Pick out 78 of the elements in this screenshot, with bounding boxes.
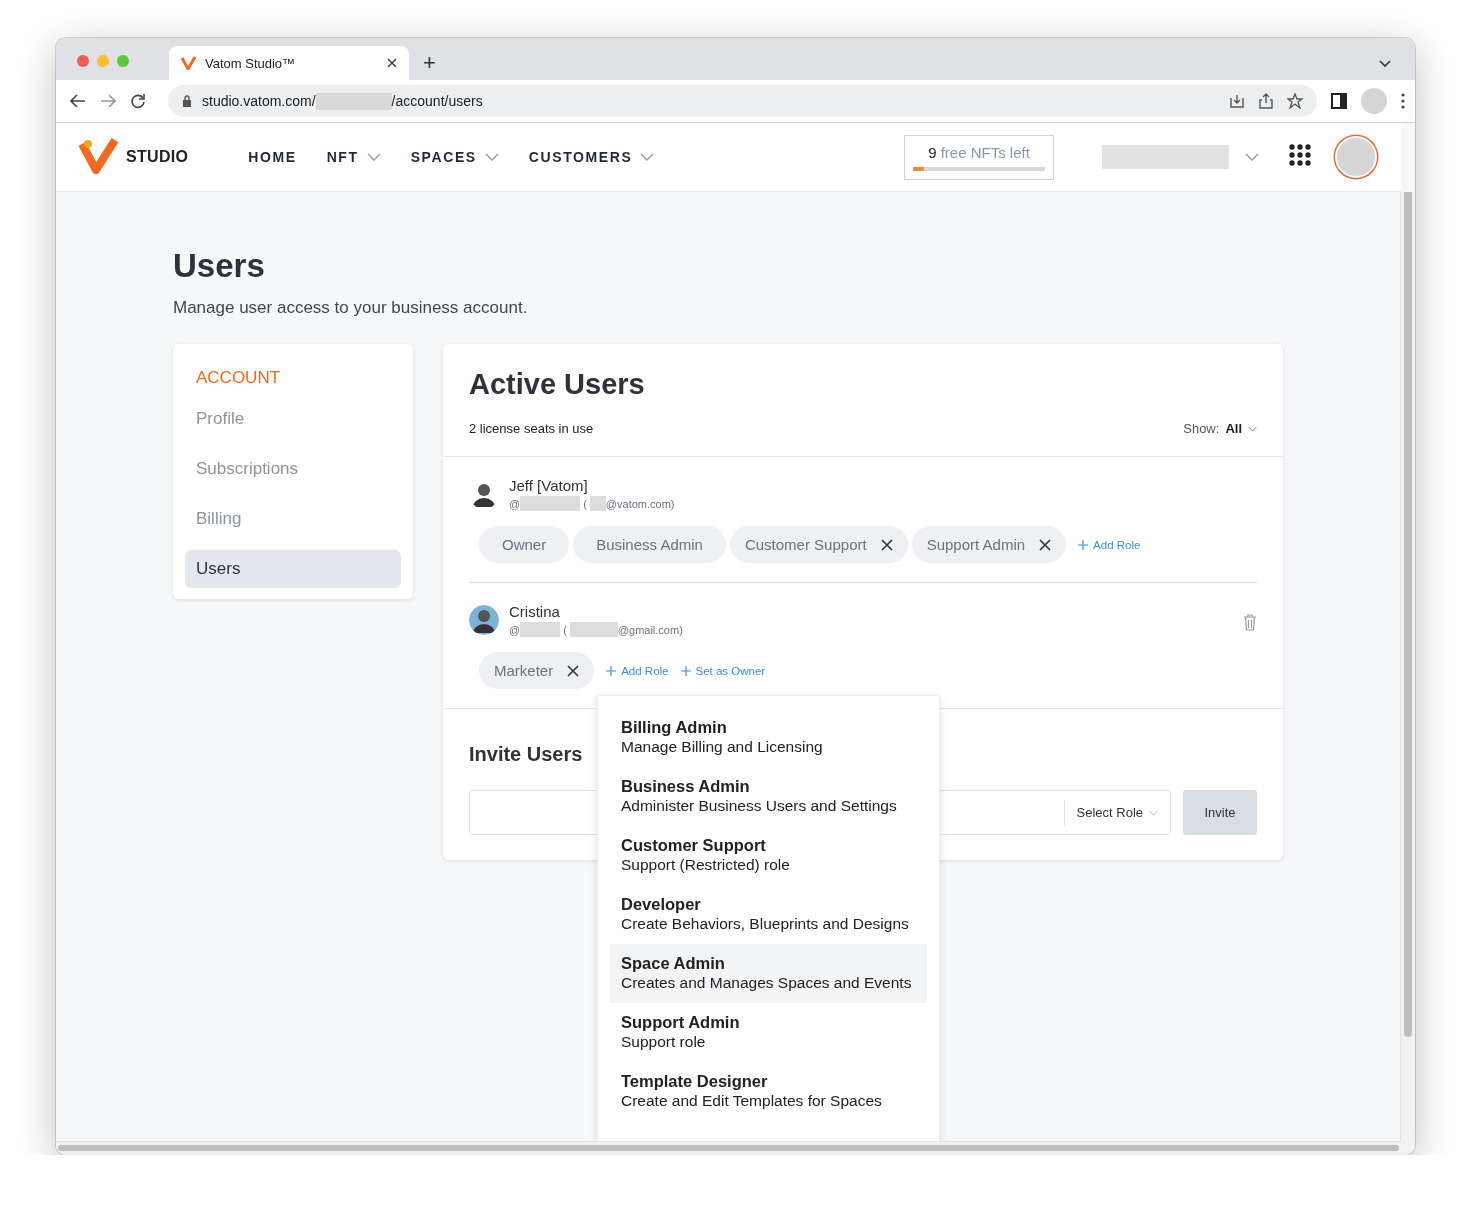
nft-quota-text: 9 free NFTs left <box>928 143 1030 161</box>
redacted-block <box>520 496 581 511</box>
address-bar[interactable]: studio.vatom.com/ /account/users <box>168 85 1317 117</box>
logo-icon <box>181 56 197 70</box>
add-link[interactable]: Add Role <box>606 664 669 677</box>
role-option[interactable]: Business Admin Administer Business Users and Settings <box>610 767 927 826</box>
handle-text: @ <box>509 623 521 636</box>
remove-icon[interactable] <box>567 664 580 677</box>
trash-icon[interactable] <box>1243 613 1257 631</box>
add-link[interactable]: Set as Owner <box>680 664 766 677</box>
menu-icon[interactable] <box>1401 93 1405 109</box>
url-text: /account/users <box>391 93 483 109</box>
user-name: Jeff [Vatom] <box>509 477 589 494</box>
role-option[interactable]: Space Admin Creates and Manages Spaces and Events <box>610 944 927 1003</box>
logo-text: STUDIO <box>126 148 189 166</box>
email-text: ( <box>583 497 587 510</box>
apps-grid-icon[interactable] <box>1289 144 1311 166</box>
add-link[interactable]: Add Role <box>1078 538 1141 551</box>
page-subtitle: Manage user access to your business account. <box>173 298 529 318</box>
download-icon[interactable] <box>1229 93 1245 109</box>
section-title: Active Users <box>469 368 645 401</box>
back-icon[interactable] <box>70 94 86 108</box>
url-text: studio.vatom.com/ <box>202 93 316 109</box>
nav-link[interactable]: NFT <box>326 149 381 165</box>
invite-button[interactable]: Invite <box>1183 790 1257 835</box>
plus-icon <box>680 665 691 676</box>
role-chip: Marketer <box>479 652 595 689</box>
role-option[interactable]: Template Designer Create and Edit Templates for Spaces <box>610 1062 927 1121</box>
nav-link[interactable]: HOME <box>248 149 297 165</box>
close-icon[interactable] <box>387 58 397 68</box>
star-icon[interactable] <box>1287 93 1303 109</box>
seats-text: 2 license seats in use <box>469 421 594 436</box>
redacted-block <box>520 622 561 637</box>
role-option[interactable]: Customer Support Support (Restricted) role <box>610 826 927 885</box>
plus-icon <box>1078 539 1089 550</box>
handle-text: @ <box>509 497 521 510</box>
section-heading: ACCOUNT <box>195 368 282 388</box>
show-filter[interactable]: Show: All <box>1183 421 1257 436</box>
remove-icon[interactable] <box>1039 538 1052 551</box>
share-icon[interactable] <box>1259 93 1273 109</box>
role-chip: Customer Support <box>729 526 908 563</box>
avatar-silhouette-icon <box>469 605 499 635</box>
role-select[interactable]: Select Role <box>1063 799 1170 826</box>
horizontal-scrollbar[interactable] <box>56 1141 1401 1155</box>
chevron-down-icon <box>1248 425 1257 432</box>
email-text: @vatom.com) <box>605 497 675 510</box>
browser-tab[interactable]: Vatom Studio™ <box>169 46 409 80</box>
tab-title: Vatom Studio™ <box>205 55 297 71</box>
chevron-down-icon <box>1149 809 1158 816</box>
email-text: ( <box>563 623 567 636</box>
plus-icon <box>606 665 617 676</box>
sidebar-item[interactable]: Users <box>185 550 401 588</box>
forward-icon[interactable] <box>100 94 116 108</box>
role-chip: Support Admin <box>911 526 1067 563</box>
redacted-block <box>589 496 606 511</box>
sidebar-icon[interactable] <box>1331 93 1347 109</box>
nav-link[interactable]: SPACES <box>410 149 499 165</box>
remove-icon[interactable] <box>880 538 893 551</box>
section-title: Invite Users <box>469 743 583 766</box>
lock-icon <box>182 95 192 107</box>
redacted-block <box>569 622 618 637</box>
chevron-down-icon[interactable] <box>1379 60 1391 68</box>
user-avatar[interactable] <box>1335 136 1377 178</box>
role-chip: Business Admin <box>573 526 726 563</box>
reload-icon[interactable] <box>130 93 146 109</box>
close-window-button[interactable] <box>77 55 89 67</box>
role-option[interactable]: Billing Admin Manage Billing and Licensing <box>610 708 927 767</box>
chevron-down-icon <box>1245 153 1259 161</box>
email-text: @gmail.com) <box>617 623 683 636</box>
new-tab-button[interactable]: + <box>423 52 436 74</box>
vertical-scrollbar[interactable] <box>1400 192 1415 1155</box>
role-option[interactable]: Support Admin Support role <box>610 1003 927 1062</box>
user-name: Cristina <box>509 603 561 620</box>
role-option[interactable]: Developer Create Behaviors, Blueprints and Designs <box>610 885 927 944</box>
logo-icon <box>78 138 120 176</box>
role-chip: Owner <box>479 526 570 563</box>
nav-link[interactable]: CUSTOMERS <box>528 149 655 165</box>
page-title: Users <box>173 247 265 285</box>
